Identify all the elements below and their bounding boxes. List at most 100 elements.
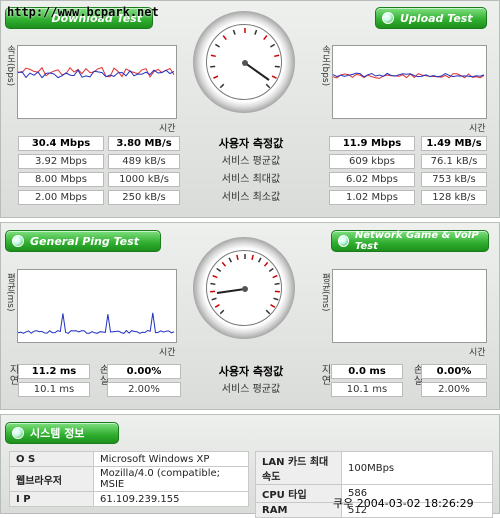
- os-key: O S: [10, 452, 94, 467]
- gauge-tick: [269, 268, 273, 271]
- game-delay-side-label: 지연: [317, 364, 332, 386]
- dl-max-kbs: 1000 kB/s: [108, 172, 180, 187]
- ping-axis-label: 평균(ms): [4, 273, 17, 311]
- gauge-tick: [213, 276, 218, 278]
- network-game-voip-button[interactable]: Network Game & VoIP Test: [331, 230, 489, 252]
- speed-gauge-ticks: [210, 28, 280, 88]
- dl-avg-mbps: 3.92 Mbps: [18, 154, 104, 169]
- download-graph: [17, 45, 177, 119]
- ul-avg-kbps: 609 kbps: [329, 154, 415, 169]
- watermark-text: http://www.bcpark.net: [7, 5, 159, 19]
- dl-avg-kbs: 489 kB/s: [108, 154, 180, 169]
- ul-max-kbs: 753 kB/s: [421, 172, 487, 187]
- ping-avg-loss: 2.00%: [107, 382, 181, 397]
- gauge-tick: [237, 255, 238, 260]
- gauge-tick: [270, 44, 274, 47]
- status-dot-icon: [338, 235, 349, 247]
- gauge-tick: [259, 258, 261, 262]
- status-dot-icon: [12, 235, 24, 247]
- dl-user-mbs: 3.80 MB/s: [108, 136, 180, 151]
- gauge-tick: [217, 268, 221, 271]
- gauge-tick: [266, 84, 270, 88]
- gauge-tick: [266, 310, 270, 314]
- ping-time-label: 시간: [159, 345, 176, 358]
- ping-gauge-svg: [207, 251, 283, 327]
- timestamp: 쿠우 2004-03-02 18:26:29: [333, 495, 474, 511]
- gauge-tick: [215, 44, 219, 47]
- speed-gauge-hub: [242, 60, 248, 66]
- ip-key: I P: [10, 492, 94, 507]
- game-graph: [332, 269, 487, 343]
- game-avg-delay: 10.1 ms: [331, 382, 403, 397]
- ram-key: RAM: [256, 503, 342, 518]
- gauge-tick: [271, 305, 275, 308]
- game-axis-label: 평균(ms): [319, 273, 332, 311]
- upload-test-button[interactable]: Upload Test: [375, 7, 487, 29]
- gauge-tick: [274, 298, 279, 300]
- ul-min-mbps: 1.02 Mbps: [329, 190, 415, 205]
- speed-gauge: [193, 11, 295, 113]
- gauge-tick: [272, 76, 277, 78]
- status-dot-icon: [382, 12, 394, 24]
- gauge-tick: [264, 262, 267, 266]
- ping-gauge: [193, 237, 295, 339]
- game-avg-loss: 2.00%: [421, 382, 487, 397]
- game-user-loss: 0.00%: [421, 364, 487, 379]
- ul-avg-kbs: 76.1 kB/s: [421, 154, 487, 169]
- speed-gauge-needle: [245, 63, 269, 80]
- gauge-tick: [212, 298, 217, 300]
- ping-user-delay: 11.2 ms: [18, 364, 90, 379]
- os-value: Microsoft Windows XP: [94, 452, 249, 467]
- gauge-tick: [215, 305, 219, 308]
- gauge-tick: [274, 55, 279, 56]
- ping-label-user-measured: 사용자 측정값: [199, 363, 303, 380]
- upload-graph-svg: [333, 46, 486, 118]
- ul-min-kbs: 128 kB/s: [421, 190, 487, 205]
- gauge-tick: [210, 284, 215, 285]
- dl-user-mbps: 30.4 Mbps: [18, 136, 104, 151]
- general-ping-test-button[interactable]: General Ping Test: [5, 230, 161, 252]
- upload-graph: [332, 45, 487, 119]
- system-info-left-table: O SMicrosoft Windows XP 웹브라우저Mozilla/4.0…: [9, 451, 249, 507]
- speed-gauge-face: [206, 24, 282, 100]
- gauge-tick: [213, 76, 218, 78]
- speed-gauge-svg: [207, 25, 283, 101]
- cpu-key: CPU 타입: [256, 485, 342, 503]
- ul-max-mbps: 6.02 Mbps: [329, 172, 415, 187]
- download-axis-label: 속도(bps): [4, 45, 17, 86]
- dl-min-mbps: 2.00 Mbps: [18, 190, 104, 205]
- ping-avg-delay: 10.1 ms: [18, 382, 90, 397]
- gauge-tick: [264, 36, 267, 40]
- ping-gauge-ticks: [210, 254, 280, 314]
- dl-min-kbs: 250 kB/s: [108, 190, 180, 205]
- browser-value: Mozilla/4.0 (compatible; MSIE: [94, 467, 249, 492]
- label-user-measured: 사용자 측정값: [199, 135, 303, 152]
- upload-axis-label: 속도(bps): [319, 45, 332, 86]
- ping-gauge-needle: [217, 289, 245, 293]
- download-red-series: [18, 68, 174, 77]
- label-service-avg: 서비스 평균값: [199, 153, 303, 170]
- gauge-tick: [275, 66, 280, 67]
- gauge-tick: [273, 276, 278, 278]
- gauge-tick: [220, 84, 224, 88]
- game-time-label: 시간: [469, 345, 486, 358]
- gauge-tick: [233, 30, 235, 35]
- system-info-button[interactable]: 시스템 정보: [5, 422, 119, 444]
- label-service-max: 서비스 최대값: [199, 171, 303, 188]
- lan-key: LAN 카드 최대 속도: [256, 452, 342, 485]
- timestamp-value: 2004-03-02 18:26:29: [357, 497, 474, 510]
- lan-value: 100MBps: [342, 452, 493, 485]
- gauge-tick: [220, 310, 224, 314]
- ip-value: 61.109.239.155: [94, 492, 249, 507]
- upload-time-label: 시간: [469, 121, 486, 134]
- ping-label-service-avg: 서비스 평균값: [199, 381, 303, 398]
- download-time-label: 시간: [159, 121, 176, 134]
- gauge-tick: [223, 36, 226, 40]
- gauge-tick: [275, 284, 280, 285]
- ul-user-mbps: 11.9 Mbps: [329, 136, 415, 151]
- gauge-tick: [252, 255, 253, 260]
- gauge-tick: [222, 262, 225, 266]
- ping-graph-svg: [18, 270, 176, 342]
- ping-user-loss: 0.00%: [107, 364, 181, 379]
- gauge-tick: [211, 55, 216, 56]
